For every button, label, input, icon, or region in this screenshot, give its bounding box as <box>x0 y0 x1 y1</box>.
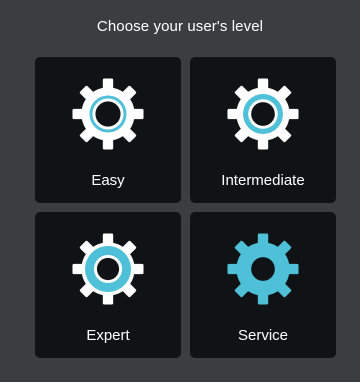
level-intermediate-button[interactable]: Intermediate <box>190 57 336 203</box>
level-easy-button[interactable]: Easy <box>35 57 181 203</box>
user-level-dialog: Choose your user's level Easy Intermedia… <box>0 0 360 382</box>
gear-thick-ring-icon <box>226 77 300 151</box>
level-label: Intermediate <box>221 172 305 189</box>
level-label: Easy <box>91 172 125 189</box>
level-label: Service <box>237 327 289 344</box>
gear-solid-icon <box>226 232 300 306</box>
level-expert-button[interactable]: Expert <box>35 212 181 358</box>
level-service-button[interactable]: Service <box>190 212 336 358</box>
gear-filled-ring-icon <box>71 232 145 306</box>
level-label: Expert <box>86 327 130 344</box>
gear-outline-icon <box>71 77 145 151</box>
dialog-title: Choose your user's level <box>96 18 264 35</box>
